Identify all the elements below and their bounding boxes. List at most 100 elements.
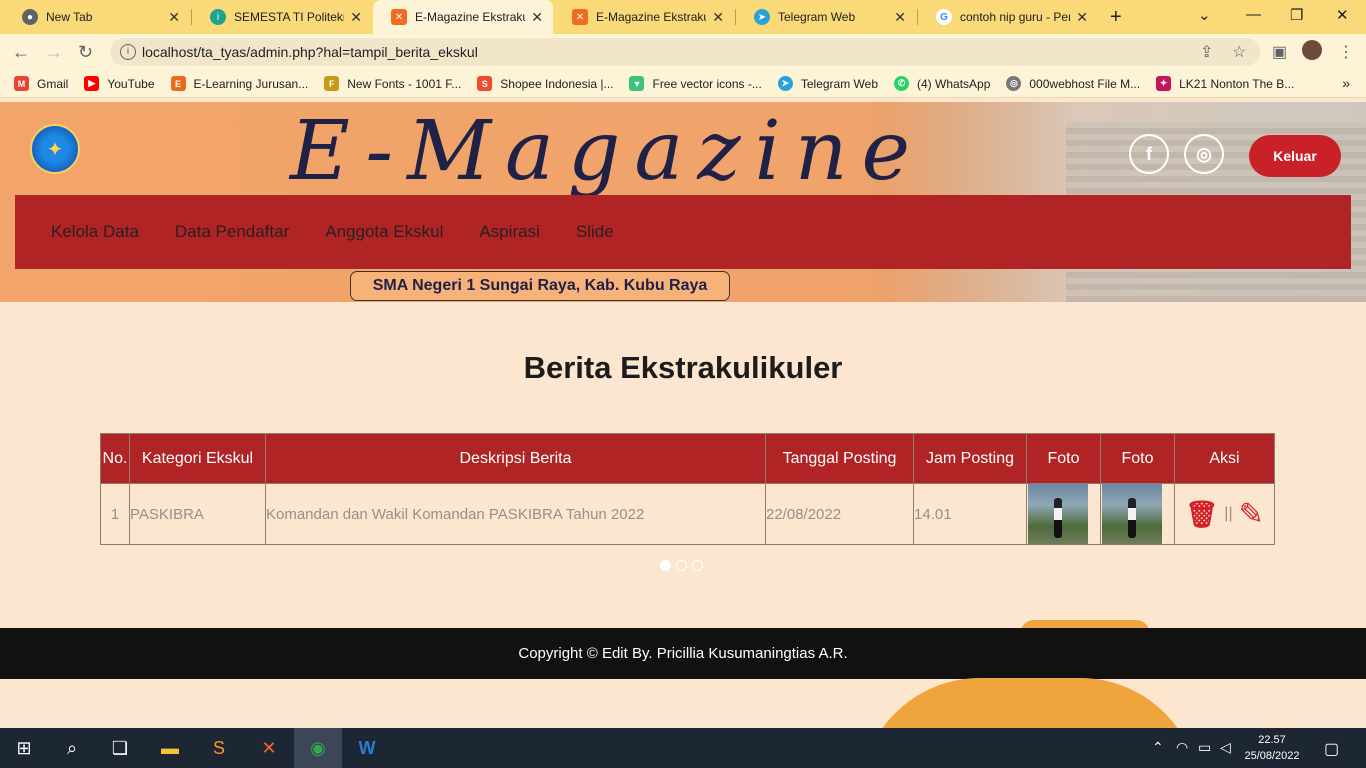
- cell-aksi: 🗑 || ✎: [1174, 483, 1275, 545]
- tab-emagazine[interactable]: ✕ E-Magazine Ekstrakuli ✕: [554, 0, 734, 34]
- carousel-dot[interactable]: [676, 560, 687, 571]
- notification-icon[interactable]: ▢: [1324, 739, 1339, 759]
- tab-google-search[interactable]: G contoh nip guru - Pen ✕: [918, 0, 1098, 34]
- bookmark-star-icon[interactable]: ☆: [1232, 42, 1246, 62]
- page-title: Berita Ekstrakulikuler: [523, 350, 843, 385]
- chevron-down-icon[interactable]: ⌄: [1198, 6, 1211, 24]
- url-input[interactable]: i localhost/ta_tyas/admin.php?hal=tampil…: [110, 38, 1260, 66]
- search-icon[interactable]: ⌕: [48, 728, 96, 768]
- close-icon[interactable]: ✕: [168, 9, 180, 26]
- pencil-icon[interactable]: ✎: [1239, 497, 1264, 532]
- facebook-icon[interactable]: f: [1129, 134, 1169, 174]
- chrome-icon: ●: [22, 9, 38, 25]
- foto-thumbnail[interactable]: [1028, 484, 1088, 544]
- tab-emagazine-active[interactable]: ✕ E-Magazine Ekstrakuli ✕: [373, 0, 553, 34]
- wifi-icon[interactable]: ◠: [1176, 739, 1188, 756]
- tab-telegram[interactable]: ➤ Telegram Web ✕: [736, 0, 916, 34]
- sublime-text-icon[interactable]: S: [195, 728, 243, 768]
- bookmark-gmail[interactable]: M Gmail: [14, 76, 68, 91]
- nav-anggota-ekskul[interactable]: Anggota Ekskul: [325, 222, 443, 242]
- close-icon[interactable]: ✕: [1076, 9, 1088, 26]
- bookmark-youtube[interactable]: ▶ YouTube: [84, 76, 155, 91]
- header-kategori: Kategori Ekskul: [129, 433, 266, 484]
- berita-table: No. Kategori Ekskul Deskripsi Berita Tan…: [100, 433, 1275, 545]
- restore-icon[interactable]: ❐: [1290, 6, 1303, 24]
- bookmark-shopee[interactable]: S Shopee Indonesia |...: [477, 76, 613, 91]
- cell-tanggal: 22/08/2022: [765, 483, 914, 545]
- header-jam: Jam Posting: [913, 433, 1027, 484]
- bookmark-lk21[interactable]: ✦ LK21 Nonton The B...: [1156, 76, 1294, 91]
- bookmarks-bar: M Gmail ▶ YouTube E E-Learning Jurusan... F…: [0, 70, 1366, 98]
- battery-icon[interactable]: ▭: [1198, 739, 1211, 756]
- share-icon[interactable]: ⇪: [1200, 42, 1213, 62]
- carousel-dot[interactable]: [660, 560, 671, 571]
- system-clock[interactable]: 22.57 25/08/2022: [1240, 732, 1304, 764]
- reload-icon[interactable]: ↻: [78, 42, 93, 63]
- header-foto-2: Foto: [1100, 433, 1175, 484]
- bookmarks-overflow-icon[interactable]: »: [1342, 75, 1350, 91]
- instagram-icon[interactable]: ◎: [1184, 134, 1224, 174]
- cell-no: 1: [100, 483, 130, 545]
- xampp-icon[interactable]: ✕: [245, 728, 293, 768]
- webhost-icon: ◎: [1006, 76, 1022, 91]
- nav-kelola-data[interactable]: Kelola Data: [51, 222, 139, 242]
- logout-button[interactable]: Keluar: [1249, 135, 1341, 177]
- chevron-up-icon[interactable]: ⌃: [1152, 739, 1164, 756]
- nav-slide[interactable]: Slide: [576, 222, 614, 242]
- task-view-icon[interactable]: ❏: [96, 728, 144, 768]
- carousel-dot[interactable]: [692, 560, 703, 571]
- side-panel-icon[interactable]: ▣: [1272, 42, 1287, 62]
- tab-semesta[interactable]: i SEMESTA TI Politeknik ✕: [192, 0, 372, 34]
- fonts-icon: F: [324, 76, 340, 91]
- table-row: 1 PASKIBRA Komandan dan Wakil Komandan P…: [100, 483, 1275, 545]
- bookmark-label: Free vector icons -...: [652, 76, 762, 91]
- back-icon[interactable]: ←: [12, 42, 30, 63]
- chrome-icon[interactable]: ◉: [294, 728, 342, 768]
- xampp-icon: ✕: [572, 9, 588, 25]
- close-icon[interactable]: ✕: [350, 9, 362, 26]
- close-icon[interactable]: ✕: [894, 9, 906, 26]
- telegram-icon: ➤: [777, 76, 793, 91]
- bookmark-telegram[interactable]: ➤ Telegram Web: [777, 76, 878, 91]
- close-icon[interactable]: ✕: [712, 9, 724, 26]
- elearning-icon: E: [170, 76, 186, 91]
- hero-banner: ✦ E-Magazine f ◎ Keluar Kelola Data Data…: [0, 102, 1366, 302]
- header-no: No.: [100, 433, 130, 484]
- bookmark-label: YouTube: [107, 76, 155, 91]
- bookmark-fonts[interactable]: F New Fonts - 1001 F...: [324, 76, 461, 91]
- tab-title: Telegram Web: [778, 10, 856, 24]
- more-menu-icon[interactable]: ⋮: [1338, 42, 1354, 62]
- profile-avatar[interactable]: [1302, 40, 1322, 60]
- forward-icon[interactable]: →: [45, 42, 63, 63]
- tab-title: E-Magazine Ekstrakuli: [415, 10, 526, 24]
- bookmark-elearning[interactable]: E E-Learning Jurusan...: [170, 76, 308, 91]
- bookmark-whatsapp[interactable]: ✆ (4) WhatsApp: [894, 76, 990, 91]
- url-text: localhost/ta_tyas/admin.php?hal=tampil_b…: [142, 44, 478, 60]
- nav-data-pendaftar[interactable]: Data Pendaftar: [175, 222, 289, 242]
- file-explorer-icon[interactable]: ▬: [146, 728, 194, 768]
- volume-icon[interactable]: ◁: [1220, 739, 1231, 756]
- close-window-icon[interactable]: ✕: [1336, 6, 1349, 24]
- trash-icon[interactable]: 🗑: [1185, 499, 1218, 530]
- bookmark-flaticon[interactable]: ▼ Free vector icons -...: [629, 76, 762, 91]
- table-header-row: No. Kategori Ekskul Deskripsi Berita Tan…: [100, 433, 1275, 484]
- bookmark-webhost[interactable]: ◎ 000webhost File M...: [1006, 76, 1140, 91]
- gmail-icon: M: [14, 76, 29, 91]
- windows-start-icon[interactable]: ⊞: [0, 728, 48, 768]
- main-navbar: Kelola Data Data Pendaftar Anggota Eksku…: [15, 195, 1351, 269]
- tab-title: E-Magazine Ekstrakuli: [596, 10, 707, 24]
- whatsapp-icon: ✆: [894, 76, 910, 91]
- new-tab-icon[interactable]: +: [1110, 6, 1122, 29]
- youtube-icon: ▶: [84, 76, 100, 91]
- footer-copyright: Copyright © Edit By. Pricillia Kusumanin…: [518, 645, 848, 662]
- word-icon[interactable]: W: [343, 728, 391, 768]
- info-icon[interactable]: i: [120, 44, 136, 60]
- foto-thumbnail[interactable]: [1102, 484, 1162, 544]
- semesta-icon: i: [210, 9, 226, 25]
- nav-aspirasi[interactable]: Aspirasi: [479, 222, 539, 242]
- close-icon[interactable]: ✕: [531, 9, 543, 26]
- cell-foto-1: [1026, 483, 1101, 545]
- minimize-icon[interactable]: —: [1246, 6, 1261, 23]
- tab-new-tab[interactable]: ● New Tab ✕: [4, 0, 190, 34]
- tab-title: New Tab: [46, 10, 93, 24]
